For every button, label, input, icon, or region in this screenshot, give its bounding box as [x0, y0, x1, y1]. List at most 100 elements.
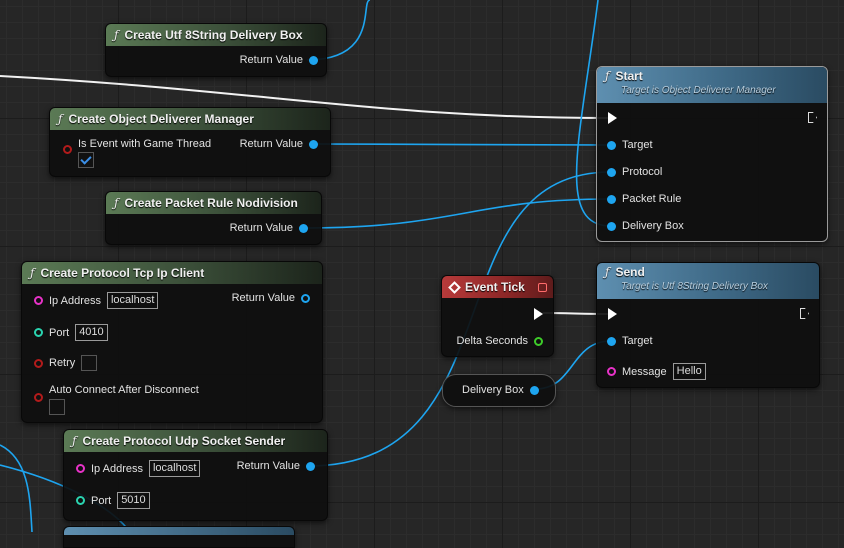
object-pin-icon[interactable]: [607, 140, 616, 150]
object-pin-icon[interactable]: [529, 385, 539, 395]
auto-connect-checkbox[interactable]: [49, 399, 65, 415]
function-icon: ƒ: [114, 28, 119, 42]
function-icon: ƒ: [605, 265, 610, 279]
delivery-box-output[interactable]: Delivery Box: [462, 384, 539, 396]
object-pin-icon[interactable]: [607, 336, 616, 346]
string-pin-icon[interactable]: [34, 296, 43, 305]
event-diamond-icon: [448, 280, 461, 294]
exec-in-icon[interactable]: [608, 112, 617, 124]
packet-rule-pin[interactable]: Packet Rule: [607, 193, 681, 205]
pin-label: Delta Seconds: [456, 335, 528, 347]
string-pin-icon[interactable]: [76, 464, 85, 473]
exec-out-icon[interactable]: [800, 308, 809, 319]
node-title: Send: [615, 265, 645, 279]
function-icon: ƒ: [114, 196, 119, 210]
pin-label: Return Value: [229, 222, 293, 234]
message-field[interactable]: Hello: [672, 363, 706, 380]
return-value-pin[interactable]: Return Value: [232, 292, 310, 304]
object-pin-icon[interactable]: [607, 194, 616, 204]
object-pin-icon[interactable]: [309, 55, 318, 65]
string-pin-icon[interactable]: [607, 367, 616, 376]
pin-label: Return Value: [239, 54, 303, 66]
port-pin[interactable]: Port 5010: [76, 492, 150, 509]
pin-label: Target: [622, 335, 653, 347]
exec-out-icon[interactable]: [534, 308, 543, 320]
retry-pin[interactable]: Retry: [34, 355, 98, 371]
object-pin-icon[interactable]: [309, 139, 318, 149]
int-pin-icon[interactable]: [76, 496, 85, 505]
exec-out-pin[interactable]: [808, 112, 817, 123]
return-value-pin[interactable]: Return Value: [237, 460, 315, 472]
delivery-box-pin[interactable]: Delivery Box: [607, 220, 684, 232]
pin-label: Is Event with Game Thread: [78, 138, 212, 150]
port-pin[interactable]: Port 4010: [34, 324, 108, 341]
wire-packetrule: [301, 198, 612, 229]
node-offscreen[interactable]: [63, 526, 295, 548]
return-value-pin[interactable]: Return Value: [240, 54, 318, 66]
node-create-utf8-delivery-box[interactable]: ƒ Create Utf 8String Delivery Box Return…: [105, 23, 327, 77]
exec-in-pin[interactable]: [608, 112, 617, 124]
exec-out-icon[interactable]: [808, 112, 817, 123]
ip-address-pin[interactable]: Ip Address localhost: [34, 292, 159, 309]
object-pin-icon[interactable]: [299, 223, 308, 233]
target-pin[interactable]: Target: [607, 335, 653, 347]
delta-seconds-pin[interactable]: Delta Seconds: [456, 335, 543, 347]
pin-label: Ip Address: [49, 294, 101, 307]
node-create-packet-rule-nodivision[interactable]: ƒ Create Packet Rule Nodivision Return V…: [105, 191, 322, 245]
return-value-pin[interactable]: Return Value: [240, 138, 318, 150]
float-pin-icon[interactable]: [534, 336, 543, 346]
node-create-protocol-udp-sender[interactable]: ƒ Create Protocol Udp Socket Sender Ip A…: [63, 429, 328, 521]
function-icon: ƒ: [30, 266, 35, 280]
ip-address-field[interactable]: localhost: [148, 460, 201, 477]
node-subtitle: Target is Utf 8String Delivery Box: [621, 281, 768, 292]
node-title: Create Protocol Udp Socket Sender: [82, 434, 286, 448]
exec-in-icon[interactable]: [608, 308, 617, 320]
object-pin-icon[interactable]: [301, 293, 310, 303]
pin-label: Target: [622, 139, 653, 151]
retry-checkbox[interactable]: [81, 355, 98, 371]
pin-label: Port: [49, 326, 70, 339]
object-pin-icon[interactable]: [607, 221, 616, 231]
bool-pin-icon[interactable]: [34, 393, 43, 402]
object-pin-icon[interactable]: [607, 167, 616, 177]
variable-delivery-box[interactable]: Delivery Box: [442, 374, 556, 407]
int-pin-icon[interactable]: [34, 328, 43, 337]
target-pin[interactable]: Target: [607, 139, 653, 151]
pin-label: Return Value: [239, 138, 303, 150]
exec-out-pin[interactable]: [534, 308, 543, 320]
node-create-object-deliverer-manager[interactable]: ƒ Create Object Deliverer Manager Is Eve…: [49, 107, 331, 177]
message-pin[interactable]: Message Hello: [607, 363, 706, 380]
bool-pin-icon[interactable]: [63, 145, 72, 154]
pin-label: Auto Connect After Disconnect: [49, 384, 199, 396]
exec-in-pin[interactable]: [608, 308, 617, 320]
pin-label: Return Value: [236, 460, 300, 472]
node-start[interactable]: ƒ Start Target is Object Deliverer Manag…: [596, 66, 828, 242]
ip-address-pin[interactable]: Ip Address localhost: [76, 460, 201, 477]
return-value-pin[interactable]: Return Value: [230, 222, 308, 234]
node-send[interactable]: ƒ Send Target is Utf 8String Delivery Bo…: [596, 262, 820, 388]
game-thread-pin[interactable]: Is Event with Game Thread: [63, 138, 211, 168]
protocol-pin[interactable]: Protocol: [607, 166, 662, 178]
pin-label: Retry: [49, 357, 76, 369]
node-event-tick[interactable]: Event Tick Delta Seconds: [441, 275, 554, 357]
pin-label: Packet Rule: [622, 193, 682, 205]
wire-left-1: [0, 444, 33, 532]
pin-label: Delivery Box: [622, 220, 684, 232]
bool-pin-icon[interactable]: [34, 358, 43, 368]
auto-connect-pin[interactable]: Auto Connect After Disconnect: [34, 384, 199, 415]
port-field[interactable]: 5010: [117, 492, 150, 509]
node-subtitle: Target is Object Deliverer Manager: [621, 85, 776, 96]
port-field[interactable]: 4010: [75, 324, 108, 341]
exec-out-pin[interactable]: [800, 308, 809, 319]
node-title: Create Object Deliverer Manager: [68, 112, 254, 126]
object-pin-icon[interactable]: [306, 461, 315, 471]
ip-address-field[interactable]: localhost: [106, 292, 159, 309]
node-create-protocol-tcp-client[interactable]: ƒ Create Protocol Tcp Ip Client Ip Addre…: [21, 261, 323, 423]
function-icon: ƒ: [605, 69, 610, 83]
game-thread-checkbox[interactable]: [78, 152, 94, 168]
function-icon: ƒ: [58, 112, 63, 126]
node-title: Event Tick: [465, 280, 525, 294]
node-title: Start: [615, 69, 643, 83]
pin-label: Ip Address: [91, 462, 143, 475]
delegate-icon: [538, 282, 547, 292]
